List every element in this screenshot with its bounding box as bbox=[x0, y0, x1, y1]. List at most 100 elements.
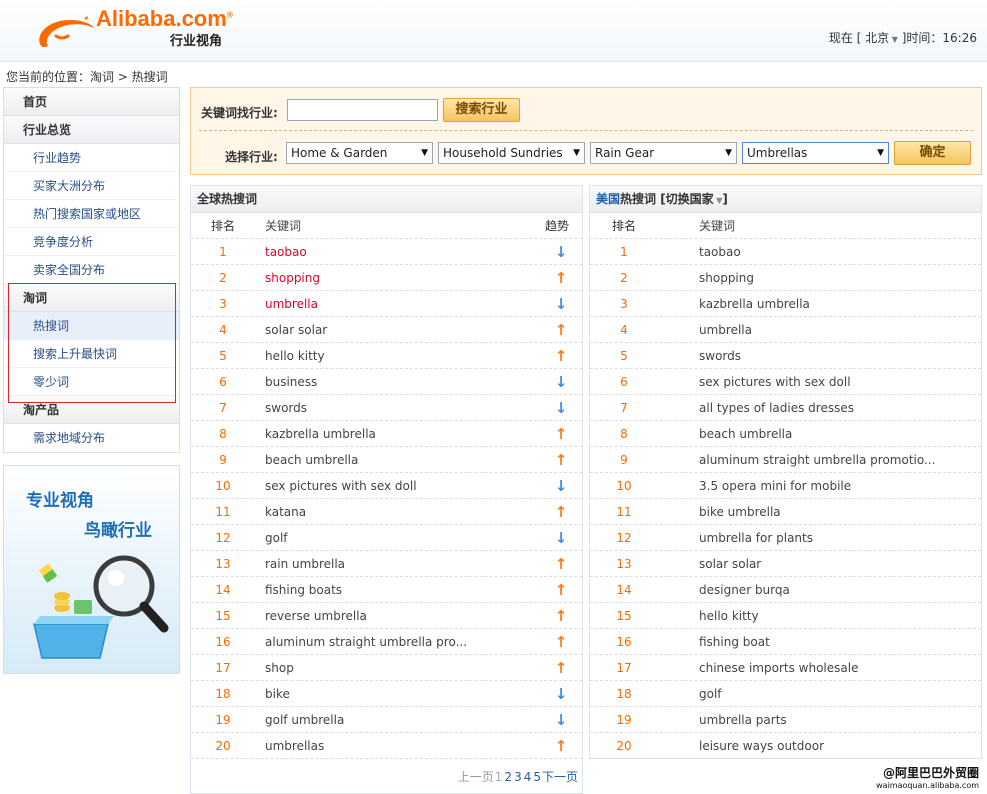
alibaba-logo[interactable]: Alibaba.com® 行业视角 bbox=[30, 6, 240, 54]
page-link-4[interactable]: 4 bbox=[524, 770, 532, 784]
keyword-link[interactable]: umbrella parts bbox=[699, 707, 787, 733]
sidebar-item-demand-region[interactable]: 需求地域分布 bbox=[4, 424, 179, 452]
industry-label: 选择行业: bbox=[225, 150, 278, 164]
keyword-link[interactable]: shop bbox=[265, 655, 294, 681]
table-row: 1 taobao bbox=[590, 239, 981, 265]
keyword-link[interactable]: aluminum straight umbrella promotio... bbox=[699, 447, 935, 473]
caret-down-icon: ▼ bbox=[573, 148, 580, 158]
keyword-link[interactable]: taobao bbox=[265, 239, 307, 265]
page-link-5[interactable]: 5 bbox=[533, 770, 541, 784]
keyword-link[interactable]: sex pictures with sex doll bbox=[699, 369, 851, 395]
keyword-link[interactable]: kazbrella umbrella bbox=[265, 421, 376, 447]
rank-cell: 15 bbox=[215, 609, 231, 623]
caret-down-icon: ▼ bbox=[725, 148, 732, 158]
rank-cell: 14 bbox=[616, 583, 632, 597]
sidebar-item-home[interactable]: 首页 bbox=[4, 88, 179, 116]
table-row: 7 swords ↓ bbox=[191, 395, 582, 421]
rank-cell: 16 bbox=[616, 635, 632, 649]
keyword-link[interactable]: reverse umbrella bbox=[265, 603, 367, 629]
rank-cell: 18 bbox=[616, 687, 632, 701]
sidebar-section-taochanpin[interactable]: 淘产品 bbox=[4, 396, 179, 424]
page-link-2[interactable]: 2 bbox=[504, 770, 512, 784]
sidebar-item-seller-distribution[interactable]: 卖家全国分布 bbox=[4, 256, 179, 284]
sidebar-item-hot-countries[interactable]: 热门搜索国家或地区 bbox=[4, 200, 179, 228]
keyword-link[interactable]: umbrellas bbox=[265, 733, 324, 759]
keyword-link[interactable]: business bbox=[265, 369, 317, 395]
sidebar-section-overview[interactable]: 行业总览 bbox=[4, 116, 179, 144]
keyword-link[interactable]: solar solar bbox=[265, 317, 327, 343]
keyword-input[interactable] bbox=[287, 99, 438, 121]
rank-cell: 3 bbox=[219, 297, 227, 311]
keyword-link[interactable]: swords bbox=[699, 343, 741, 369]
search-industry-button[interactable]: 搜索行业 bbox=[443, 98, 520, 122]
keyword-link[interactable]: bike umbrella bbox=[699, 499, 781, 525]
table-row: 17 shop ↑ bbox=[191, 655, 582, 681]
keyword-link[interactable]: 3.5 opera mini for mobile bbox=[699, 473, 851, 499]
select-value: Rain Gear bbox=[595, 146, 655, 160]
keyword-link[interactable]: solar solar bbox=[699, 551, 761, 577]
table-row: 4 solar solar ↑ bbox=[191, 317, 582, 343]
table-row: 19 umbrella parts bbox=[590, 707, 981, 733]
industry-select-level1[interactable]: Home & Garden ▼ bbox=[286, 142, 433, 164]
city-switcher[interactable]: 北京 ▼ bbox=[865, 31, 898, 45]
rank-cell: 3 bbox=[620, 297, 628, 311]
table-row: 17 chinese imports wholesale bbox=[590, 655, 981, 681]
panel-title: 美国热搜词 [切换国家 ▼] bbox=[590, 186, 981, 213]
industry-search-panel: 关键词找行业: 搜索行业 选择行业: Home & Garden ▼ Househ… bbox=[190, 87, 982, 175]
promo-line2: 鸟瞰行业 bbox=[84, 521, 152, 541]
sidebar-item-low-competition[interactable]: 零少词 bbox=[4, 368, 179, 396]
page-link-3[interactable]: 3 bbox=[514, 770, 522, 784]
keyword-link[interactable]: hello kitty bbox=[265, 343, 325, 369]
divider bbox=[199, 130, 973, 131]
keyword-link[interactable]: leisure ways outdoor bbox=[699, 733, 824, 759]
sidebar-section-taoci[interactable]: 淘词 bbox=[4, 284, 179, 312]
keyword-link[interactable]: beach umbrella bbox=[699, 421, 792, 447]
keyword-link[interactable]: umbrella for plants bbox=[699, 525, 813, 551]
keyword-link[interactable]: taobao bbox=[699, 239, 741, 265]
keyword-link[interactable]: katana bbox=[265, 499, 306, 525]
keyword-link[interactable]: sex pictures with sex doll bbox=[265, 473, 417, 499]
keyword-link[interactable]: golf umbrella bbox=[265, 707, 344, 733]
sidebar-item-hot-search[interactable]: 热搜词 bbox=[4, 312, 179, 340]
keyword-link[interactable]: bike bbox=[265, 681, 290, 707]
keyword-link[interactable]: designer burqa bbox=[699, 577, 790, 603]
keyword-link[interactable]: aluminum straight umbrella pro... bbox=[265, 629, 467, 655]
keyword-link[interactable]: shopping bbox=[699, 265, 754, 291]
alibaba-swoosh-icon bbox=[39, 16, 94, 48]
keyword-link[interactable]: rain umbrella bbox=[265, 551, 345, 577]
prev-page-link[interactable]: 上一页 bbox=[458, 770, 494, 784]
sidebar-item-fastest-rising[interactable]: 搜索上升最快词 bbox=[4, 340, 179, 368]
keyword-link[interactable]: shopping bbox=[265, 265, 320, 291]
keyword-link[interactable]: fishing boat bbox=[699, 629, 770, 655]
confirm-button[interactable]: 确定 bbox=[894, 141, 971, 165]
sidebar-item-competition[interactable]: 竞争度分析 bbox=[4, 228, 179, 256]
sidebar-item-industry-trend[interactable]: 行业趋势 bbox=[4, 144, 179, 172]
col-keyword-header: 关键词 bbox=[699, 219, 736, 233]
keyword-link[interactable]: umbrella bbox=[699, 317, 752, 343]
country-name[interactable]: 美国 bbox=[596, 192, 620, 206]
keyword-link[interactable]: golf bbox=[265, 525, 288, 551]
keyword-link[interactable]: chinese imports wholesale bbox=[699, 655, 858, 681]
keyword-link[interactable]: swords bbox=[265, 395, 307, 421]
keyword-link[interactable]: beach umbrella bbox=[265, 447, 358, 473]
keyword-link[interactable]: umbrella bbox=[265, 291, 318, 317]
logo-subtitle: 行业视角 bbox=[170, 34, 223, 49]
table-row: 15 reverse umbrella ↑ bbox=[191, 603, 582, 629]
keyword-link[interactable]: golf bbox=[699, 681, 722, 707]
keyword-link[interactable]: fishing boats bbox=[265, 577, 342, 603]
promo-banner[interactable]: 专业视角 鸟瞰行业 bbox=[3, 465, 180, 674]
next-page-link[interactable]: 下一页 bbox=[542, 770, 578, 784]
industry-select-level3[interactable]: Rain Gear ▼ bbox=[590, 142, 737, 164]
table-row: 8 kazbrella umbrella ↑ bbox=[191, 421, 582, 447]
keyword-link[interactable]: hello kitty bbox=[699, 603, 759, 629]
keyword-link[interactable]: all types of ladies dresses bbox=[699, 395, 854, 421]
table-row: 16 aluminum straight umbrella pro... ↑ bbox=[191, 629, 582, 655]
sidebar-item-buyer-continent[interactable]: 买家大洲分布 bbox=[4, 172, 179, 200]
keyword-link[interactable]: kazbrella umbrella bbox=[699, 291, 810, 317]
global-rows: 1 taobao ↓ 2 shopping ↑ 3 umbrella ↓ 4 solar solar… bbox=[191, 239, 582, 759]
table-row: 10 3.5 opera mini for mobile bbox=[590, 473, 981, 499]
industry-select-level4[interactable]: Umbrellas ▼ bbox=[742, 142, 889, 164]
arrow-down-icon: ↓ bbox=[554, 477, 568, 495]
industry-select-level2[interactable]: Household Sundries ▼ bbox=[438, 142, 585, 164]
page-link-1[interactable]: 1 bbox=[495, 770, 503, 784]
